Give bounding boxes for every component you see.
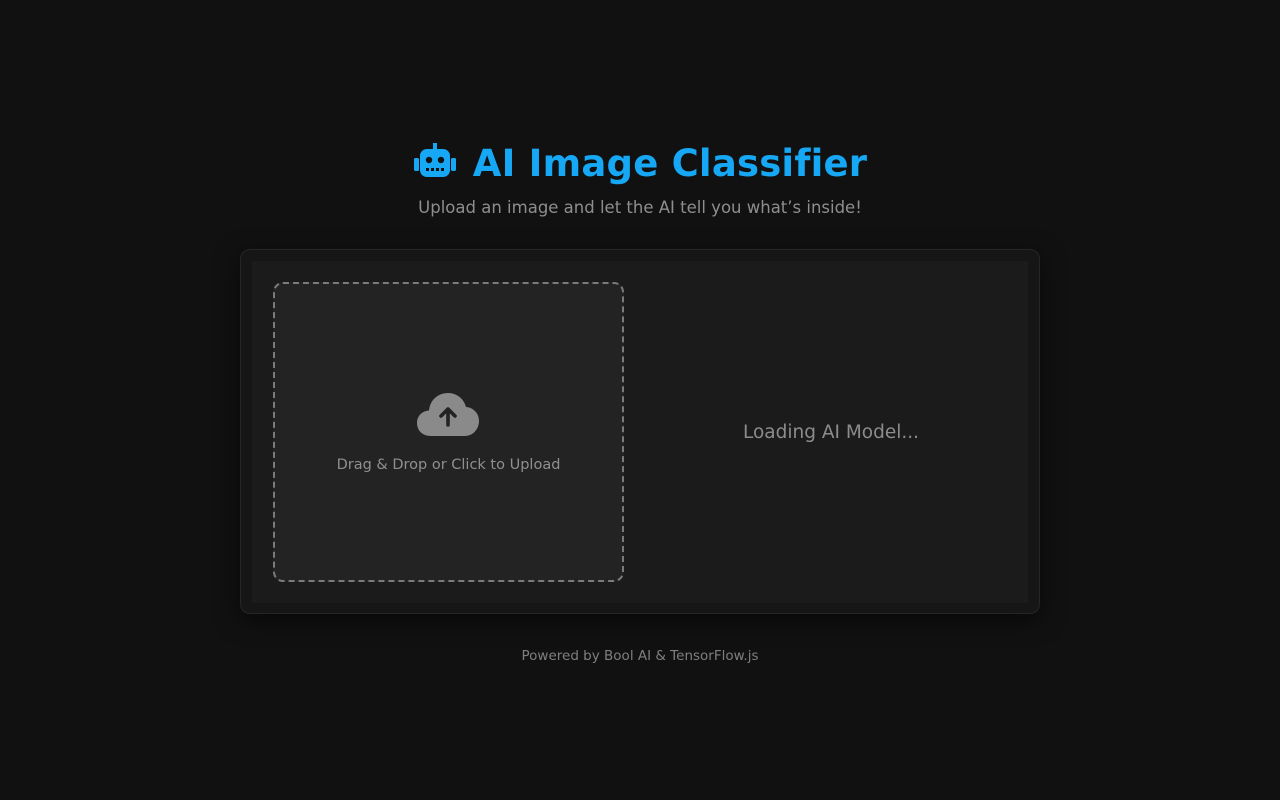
footer-credit: Powered by Bool AI & TensorFlow.js xyxy=(521,648,759,664)
cloud-upload-icon xyxy=(417,392,479,436)
classifier-card: Drag & Drop or Click to Upload Loading A… xyxy=(240,249,1040,614)
upload-dropzone[interactable]: Drag & Drop or Click to Upload xyxy=(273,282,624,582)
result-panel: Loading AI Model... xyxy=(634,261,1028,603)
page: AI Image Classifier Upload an image and … xyxy=(0,0,1280,800)
page-title: AI Image Classifier xyxy=(472,141,868,185)
header: AI Image Classifier Upload an image and … xyxy=(0,138,1280,217)
robot-icon xyxy=(413,143,457,183)
title-row: AI Image Classifier xyxy=(0,138,1280,188)
card-inner: Drag & Drop or Click to Upload Loading A… xyxy=(252,261,1028,603)
upload-label: Drag & Drop or Click to Upload xyxy=(336,457,561,473)
subtitle: Upload an image and let the AI tell you … xyxy=(418,198,862,217)
model-status-text: Loading AI Model... xyxy=(742,421,920,443)
